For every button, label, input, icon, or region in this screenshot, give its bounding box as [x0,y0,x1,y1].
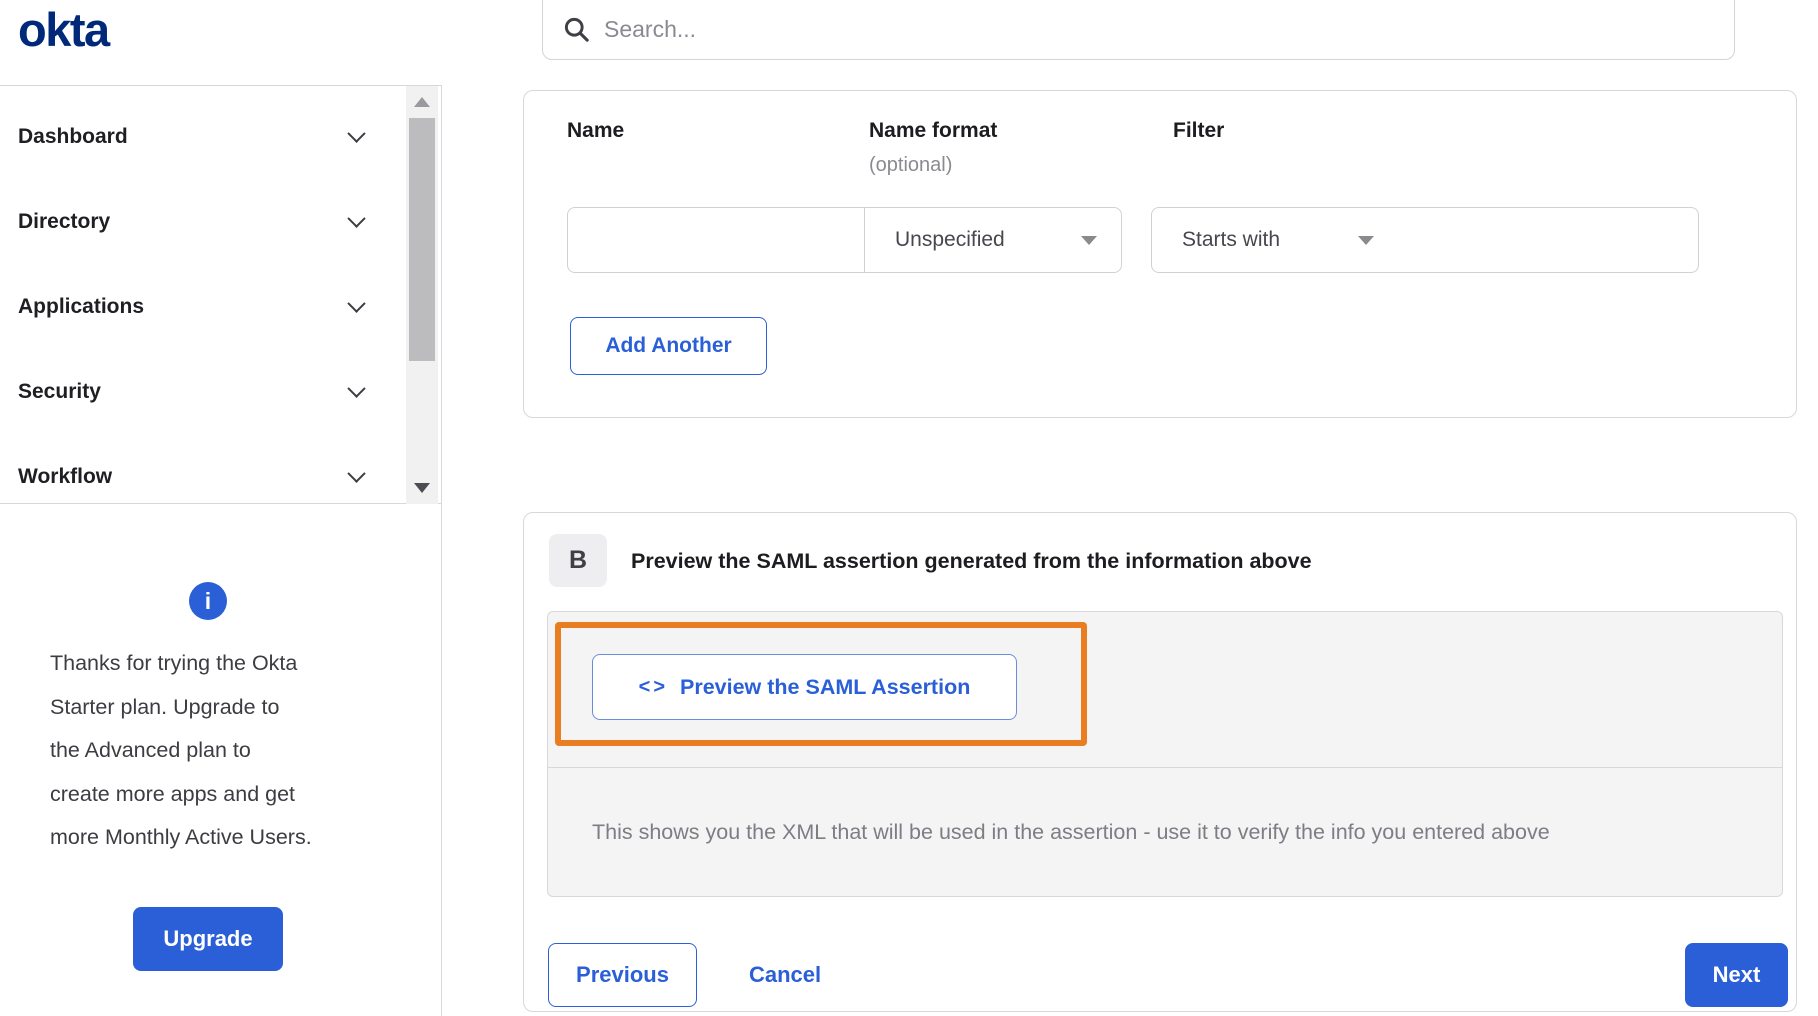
preview-saml-assertion-button[interactable]: <> Preview the SAML Assertion [592,654,1017,720]
search-icon [564,17,589,42]
next-button[interactable]: Next [1685,943,1788,1007]
name-format-select[interactable]: Unspecified [864,207,1122,273]
sidebar-item-directory[interactable]: Directory [0,179,441,264]
code-brackets-icon: <> [638,675,668,698]
filter-value-input[interactable] [1398,207,1699,273]
dropdown-caret-icon [1081,235,1097,245]
preview-description: This shows you the XML that will be used… [592,819,1550,844]
add-another-button[interactable]: Add Another [570,317,767,375]
chevron-down-icon [347,294,366,313]
attribute-statements-card: Name Name format (optional) Filter Unspe… [523,90,1797,418]
name-format-selected-value: Unspecified [895,228,1005,251]
upgrade-button[interactable]: Upgrade [133,907,283,971]
search-input[interactable] [604,15,1654,43]
scroll-down-icon[interactable] [414,483,430,493]
sidebar-item-label: Security [18,379,101,403]
filter-column-label: Filter [1173,119,1225,142]
section-title: Preview the SAML assertion generated fro… [631,549,1312,573]
sidebar-scrollbar[interactable] [406,86,438,504]
sidebar-item-workflow[interactable]: Workflow [0,434,441,519]
scrollbar-thumb[interactable] [409,118,435,361]
name-format-optional-hint: (optional) [869,154,953,176]
global-search [542,0,1735,60]
sidebar-menu: Dashboard Directory Applications Securit… [0,86,441,504]
upgrade-message-line: create more apps and get [50,781,296,806]
filter-type-selected-value: Starts with [1182,228,1281,251]
upgrade-message: Thanks for trying the Okta Starter plan.… [50,642,400,860]
name-input[interactable] [567,207,865,273]
okta-admin-window: okta Dashboard Directory Applications [0,0,1818,1016]
name-column-label: Name [567,119,625,142]
sidebar-item-label: Workflow [18,464,113,488]
saml-preview-card: B Preview the SAML assertion generated f… [523,512,1797,1012]
sidebar: Dashboard Directory Applications Securit… [0,85,442,1016]
cancel-button[interactable]: Cancel [749,943,821,1007]
name-format-column-label: Name format [869,119,998,142]
preview-panel: <> Preview the SAML Assertion This shows… [547,611,1783,897]
preview-button-row: <> Preview the SAML Assertion [548,612,1782,768]
info-icon: i [189,582,227,620]
upgrade-message-line: the Advanced plan to [50,738,251,762]
sidebar-item-dashboard[interactable]: Dashboard [0,94,441,179]
chevron-down-icon [347,124,366,143]
step-b-badge: B [549,534,607,587]
chevron-down-icon [347,464,366,483]
previous-button[interactable]: Previous [548,943,697,1007]
sidebar-item-label: Directory [18,209,111,233]
filter-type-select[interactable]: Starts with [1151,207,1399,273]
scroll-up-icon[interactable] [414,97,430,107]
chevron-down-icon [347,379,366,398]
sidebar-item-applications[interactable]: Applications [0,264,441,349]
sidebar-item-label: Dashboard [18,124,128,148]
upgrade-message-line: more Monthly Active Users. [50,825,312,849]
dropdown-caret-icon [1358,235,1374,245]
chevron-down-icon [347,209,366,228]
sidebar-item-security[interactable]: Security [0,349,441,434]
preview-description-row: This shows you the XML that will be used… [548,768,1782,896]
sidebar-item-label: Applications [18,294,145,318]
preview-button-label: Preview the SAML Assertion [680,674,971,699]
upgrade-message-line: Starter plan. Upgrade to [50,694,280,719]
okta-logo: okta [18,3,110,56]
upgrade-message-line: Thanks for trying the Okta [50,651,298,675]
